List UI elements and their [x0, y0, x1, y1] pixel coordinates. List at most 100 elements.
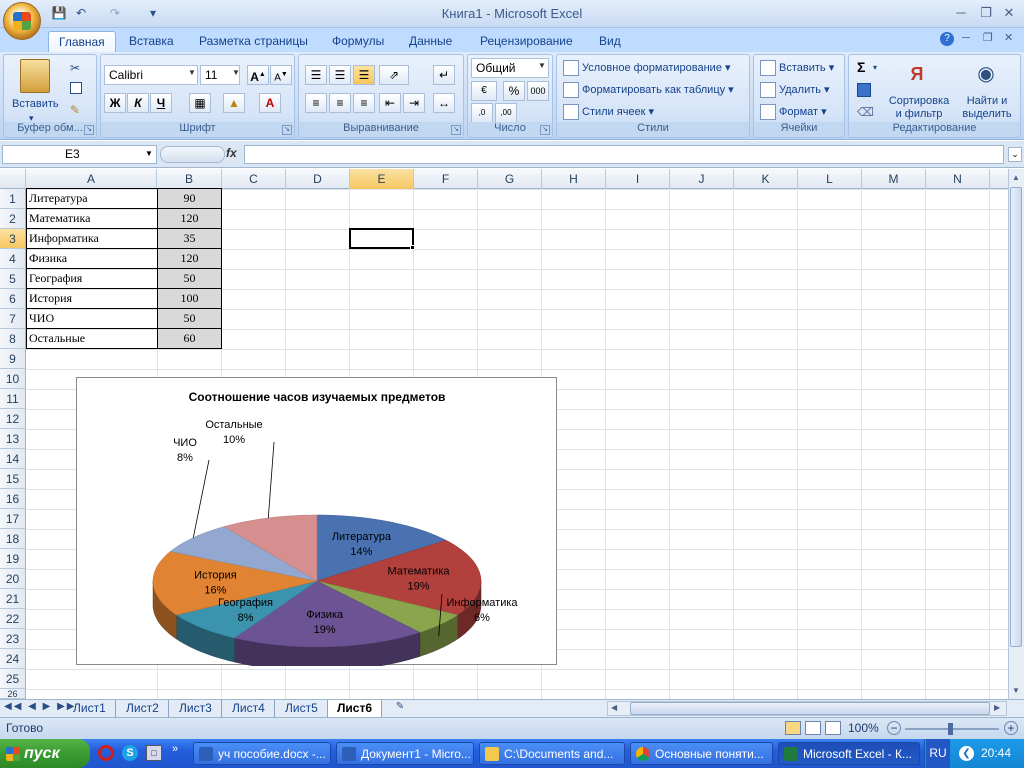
sheet-tab-4[interactable]: Лист4 — [223, 700, 275, 717]
row-header[interactable]: 18 — [0, 529, 26, 549]
column-header-m[interactable]: M — [862, 169, 926, 189]
sheet-tab-1[interactable]: Лист1 — [64, 700, 116, 717]
table-cell-hours[interactable]: 120 — [157, 249, 222, 269]
table-cell-subject[interactable]: История — [26, 289, 158, 309]
find-select-button[interactable]: Найти и выделить — [957, 95, 1017, 121]
insert-function-icon[interactable]: fx — [226, 146, 237, 160]
column-header-n[interactable]: N — [926, 169, 990, 189]
row-header[interactable]: 16 — [0, 489, 26, 509]
undo-icon[interactable]: ↶ — [72, 5, 90, 21]
font-name-dropdown-icon[interactable]: ▼ — [188, 68, 196, 77]
language-indicator[interactable]: RU — [926, 739, 950, 768]
tab-insert[interactable]: Вставка — [119, 31, 184, 52]
column-header-f[interactable]: F — [414, 169, 478, 189]
maximize-button[interactable]: ❐ — [975, 4, 997, 22]
align-bottom-button[interactable]: ☰ — [353, 65, 375, 85]
scroll-up-icon[interactable]: ▲ — [1009, 170, 1023, 186]
office-button[interactable] — [3, 2, 41, 40]
delete-cells-button[interactable]: Удалить ▾ — [760, 81, 830, 101]
decrease-decimal-button[interactable]: ,00 — [495, 103, 517, 123]
name-box-dropdown-icon[interactable]: ▼ — [145, 149, 153, 158]
help-icon[interactable]: ? — [940, 32, 954, 46]
tab-home[interactable]: Главная — [48, 31, 116, 52]
formula-input[interactable] — [244, 145, 1004, 164]
task-word-doc[interactable]: уч пособие.docx -... — [193, 742, 331, 765]
sheet-tab-2[interactable]: Лист2 — [117, 700, 169, 717]
orientation-button[interactable]: ⇗ — [379, 65, 409, 85]
row-header[interactable]: 20 — [0, 569, 26, 589]
row-header[interactable]: 23 — [0, 629, 26, 649]
tab-data[interactable]: Данные — [399, 31, 462, 52]
table-cell-hours[interactable]: 50 — [157, 309, 222, 329]
ribbon-close-icon[interactable]: ✕ — [1004, 31, 1013, 44]
scroll-down-icon[interactable]: ▼ — [1009, 683, 1023, 699]
table-cell-hours[interactable]: 50 — [157, 269, 222, 289]
row-header[interactable]: 25 — [0, 669, 26, 689]
column-header-h[interactable]: H — [542, 169, 606, 189]
wrap-text-button[interactable]: ↵ — [433, 65, 455, 85]
font-color-button[interactable]: A — [259, 93, 281, 113]
column-header-l[interactable]: L — [798, 169, 862, 189]
table-cell-hours[interactable]: 60 — [157, 329, 222, 349]
horizontal-scroll-thumb[interactable] — [630, 702, 990, 715]
row-header[interactable]: 7 — [0, 309, 26, 329]
cell-styles-button[interactable]: Стили ячеек ▾ — [563, 103, 654, 123]
row-header[interactable]: 1 — [0, 189, 26, 209]
row-header[interactable]: 3 — [0, 229, 26, 249]
bold-button[interactable]: Ж — [104, 93, 126, 113]
row-header[interactable]: 15 — [0, 469, 26, 489]
borders-button[interactable]: ▦ — [189, 93, 211, 113]
table-cell-hours[interactable]: 120 — [157, 209, 222, 229]
close-button[interactable]: ✕ — [998, 4, 1020, 22]
row-header[interactable]: 21 — [0, 589, 26, 609]
clear-icon[interactable]: ⌫ — [857, 105, 874, 119]
task-word-doc2[interactable]: Документ1 - Micro... — [336, 742, 474, 765]
zoom-level[interactable]: 100% — [848, 721, 879, 735]
vertical-scroll-thumb[interactable] — [1010, 187, 1022, 647]
font-name-input[interactable]: Calibri — [104, 65, 198, 85]
select-all-corner[interactable] — [0, 169, 26, 189]
desktop-icon[interactable]: □ — [146, 745, 162, 761]
column-header-i[interactable]: I — [606, 169, 670, 189]
conditional-formatting-button[interactable]: Условное форматирование ▾ — [563, 59, 731, 79]
tab-page-layout[interactable]: Разметка страницы — [189, 31, 318, 52]
tab-view[interactable]: Вид — [589, 31, 631, 52]
row-header[interactable]: 6 — [0, 289, 26, 309]
align-right-button[interactable]: ≡ — [353, 93, 375, 113]
opera-icon[interactable] — [98, 745, 114, 761]
increase-indent-button[interactable]: ⇥ — [403, 93, 425, 113]
font-launcher-icon[interactable]: ↘ — [282, 125, 292, 135]
autosum-dropdown-icon[interactable]: ▾ — [873, 63, 877, 72]
row-header[interactable]: 24 — [0, 649, 26, 669]
row-header[interactable]: 8 — [0, 329, 26, 349]
scroll-right-icon[interactable]: ▶ — [994, 703, 1000, 712]
column-header-c[interactable]: C — [222, 169, 286, 189]
thousands-button[interactable]: 000 — [527, 81, 549, 101]
table-cell-subject[interactable]: География — [26, 269, 158, 289]
sheet-tab-3[interactable]: Лист3 — [170, 700, 222, 717]
formula-bar-splitter[interactable] — [160, 146, 225, 163]
row-header[interactable]: 2 — [0, 209, 26, 229]
align-middle-button[interactable]: ☰ — [329, 65, 351, 85]
pie-chart[interactable]: Соотношение часов изучаемых предметов Ли… — [76, 377, 557, 666]
fill-icon[interactable] — [857, 83, 871, 97]
table-cell-subject[interactable]: Математика — [26, 209, 158, 229]
grow-font-button[interactable]: A▲ — [247, 65, 269, 85]
sheet-tab-5[interactable]: Лист5 — [276, 700, 328, 717]
fill-color-button[interactable]: ▲ — [223, 93, 245, 113]
column-header-e[interactable]: E — [350, 169, 414, 189]
column-header-b[interactable]: B — [157, 169, 222, 189]
zoom-out-icon[interactable]: − — [887, 721, 901, 735]
insert-cells-button[interactable]: Вставить ▾ — [760, 59, 834, 79]
tray-arrow-icon[interactable]: ❮ — [959, 746, 974, 761]
table-cell-subject[interactable]: ЧИО — [26, 309, 158, 329]
ribbon-minimize-icon[interactable]: ─ — [962, 32, 970, 44]
save-icon[interactable]: 💾 — [50, 5, 68, 21]
table-cell-subject[interactable]: Остальные — [26, 329, 158, 349]
row-header[interactable]: 5 — [0, 269, 26, 289]
increase-decimal-button[interactable]: ,0 — [471, 103, 493, 123]
column-header-j[interactable]: J — [670, 169, 734, 189]
task-explorer[interactable]: C:\Documents and... — [479, 742, 625, 765]
autosum-button[interactable]: Σ — [857, 59, 865, 75]
ribbon-restore-icon[interactable]: ❐ — [983, 31, 993, 44]
